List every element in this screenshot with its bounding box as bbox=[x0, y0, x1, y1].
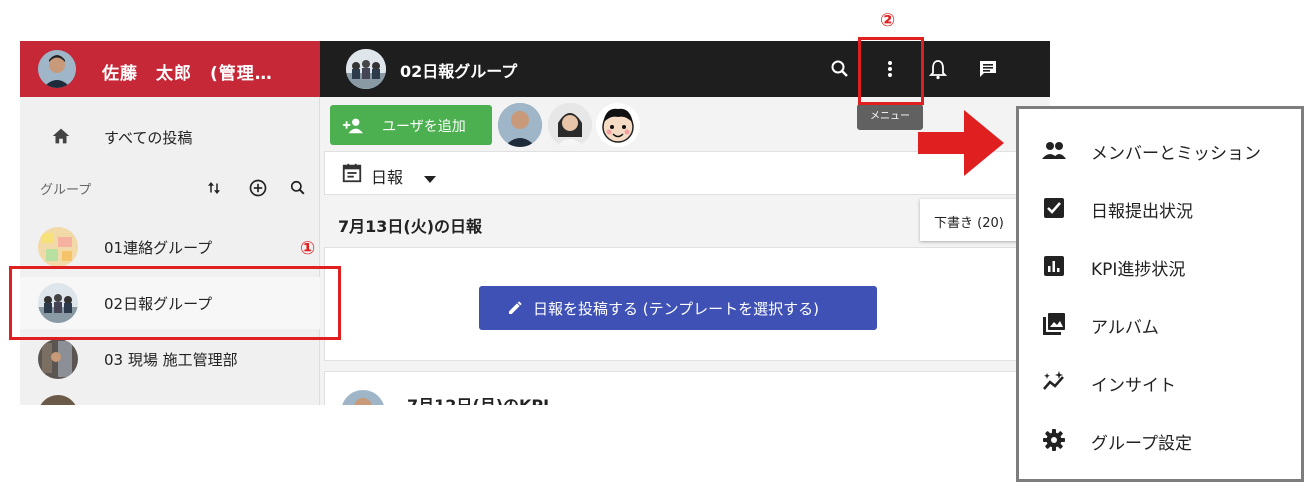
groups-label: グループ bbox=[40, 183, 92, 198]
group-avatar bbox=[38, 339, 78, 379]
user-name: 佐藤 太郎 (管理… bbox=[102, 64, 273, 84]
group-avatar bbox=[38, 395, 78, 405]
author-avatar bbox=[341, 390, 385, 405]
bell-icon[interactable] bbox=[926, 57, 950, 81]
group-avatar bbox=[346, 49, 386, 89]
annotation-number-1: ① bbox=[300, 238, 316, 259]
menu-item-group-settings[interactable]: グループ設定 bbox=[1019, 411, 1301, 469]
post-report-label: 日報を投稿する (テンプレートを選択する) bbox=[533, 300, 820, 318]
menu-item-kpi[interactable]: KPI進捗状況 bbox=[1019, 237, 1301, 295]
user-avatar bbox=[38, 50, 76, 88]
post-report-button[interactable]: 日報を投稿する (テンプレートを選択する) bbox=[479, 286, 877, 330]
sort-icon[interactable] bbox=[205, 179, 223, 201]
post-card: 日報を投稿する (テンプレートを選択する) bbox=[324, 247, 1044, 361]
checkbox-icon bbox=[1041, 195, 1067, 221]
drafts-label: 下書き (20) bbox=[934, 216, 1004, 231]
annotation-number-2: ② bbox=[880, 10, 896, 31]
pencil-icon bbox=[507, 300, 523, 320]
gear-icon bbox=[1041, 427, 1067, 453]
sidebar-group-item[interactable]: 03 現場 施工管理部 bbox=[20, 333, 320, 385]
annotation-box-group bbox=[9, 266, 341, 340]
search-icon[interactable] bbox=[828, 57, 852, 81]
annotation-box-menu-button bbox=[858, 37, 924, 105]
bar-chart-icon bbox=[1041, 253, 1067, 279]
menu-item-label: アルバム bbox=[1091, 318, 1159, 338]
sidebar: すべての投稿 グループ 01連絡グループ 02日報グループ 03 現場 施工管理… bbox=[20, 97, 320, 405]
menu-item-label: インサイト bbox=[1091, 376, 1176, 396]
search-icon[interactable] bbox=[288, 178, 308, 202]
person-add-icon bbox=[342, 115, 364, 139]
menu-tooltip: メニュー bbox=[857, 104, 923, 130]
photo-library-icon bbox=[1041, 311, 1067, 337]
user-header[interactable]: 佐藤 太郎 (管理… bbox=[20, 41, 320, 97]
filter-label: 日報 bbox=[371, 168, 404, 187]
member-avatar[interactable] bbox=[498, 103, 542, 147]
people-icon bbox=[1041, 137, 1067, 163]
sidebar-item-label: 03 現場 施工管理部 bbox=[104, 351, 238, 369]
groups-section-header: グループ bbox=[20, 167, 320, 207]
date-heading: 7月13日(火)の日報 bbox=[338, 217, 483, 236]
group-menu-popup: メンバーとミッション 日報提出状況 KPI進捗状況 アルバム インサイト グルー… bbox=[1016, 106, 1304, 482]
member-avatar[interactable] bbox=[548, 103, 592, 147]
sidebar-item-all-posts[interactable]: すべての投稿 bbox=[20, 111, 320, 163]
add-user-button[interactable]: ユーザを追加 bbox=[330, 105, 492, 145]
member-avatar[interactable] bbox=[596, 103, 640, 147]
annotation-arrow bbox=[918, 110, 1004, 180]
group-title: 02日報グループ bbox=[400, 62, 518, 81]
sidebar-item-label: すべての投稿 bbox=[104, 129, 193, 147]
sidebar-item-label: 01連絡グループ bbox=[104, 239, 213, 257]
group-avatar bbox=[38, 227, 78, 267]
dropdown-arrow-icon bbox=[423, 170, 437, 189]
menu-item-label: 日報提出状況 bbox=[1091, 202, 1193, 222]
group-header: 02日報グループ bbox=[320, 41, 1050, 97]
calendar-icon bbox=[341, 162, 363, 188]
menu-item-label: メンバーとミッション bbox=[1091, 144, 1261, 164]
home-icon bbox=[50, 125, 72, 151]
message-icon[interactable] bbox=[976, 57, 1000, 81]
menu-item-album[interactable]: アルバム bbox=[1019, 295, 1301, 353]
menu-item-report-status[interactable]: 日報提出状況 bbox=[1019, 179, 1301, 237]
menu-item-label: グループ設定 bbox=[1091, 434, 1192, 454]
add-circle-icon[interactable] bbox=[248, 178, 268, 202]
insights-icon bbox=[1041, 369, 1067, 395]
menu-item-members[interactable]: メンバーとミッション bbox=[1019, 121, 1301, 179]
add-user-label: ユーザを追加 bbox=[382, 119, 466, 135]
next-post-card: 7月12日(月)のKPI bbox=[324, 371, 1044, 405]
screenshot-stage: 佐藤 太郎 (管理… 02日報グループ すべての投稿 グループ 01連絡グループ… bbox=[0, 0, 1315, 495]
menu-item-insight[interactable]: インサイト bbox=[1019, 353, 1301, 411]
menu-item-label: KPI進捗状況 bbox=[1091, 260, 1186, 280]
next-post-heading: 7月12日(月)のKPI bbox=[407, 392, 549, 405]
